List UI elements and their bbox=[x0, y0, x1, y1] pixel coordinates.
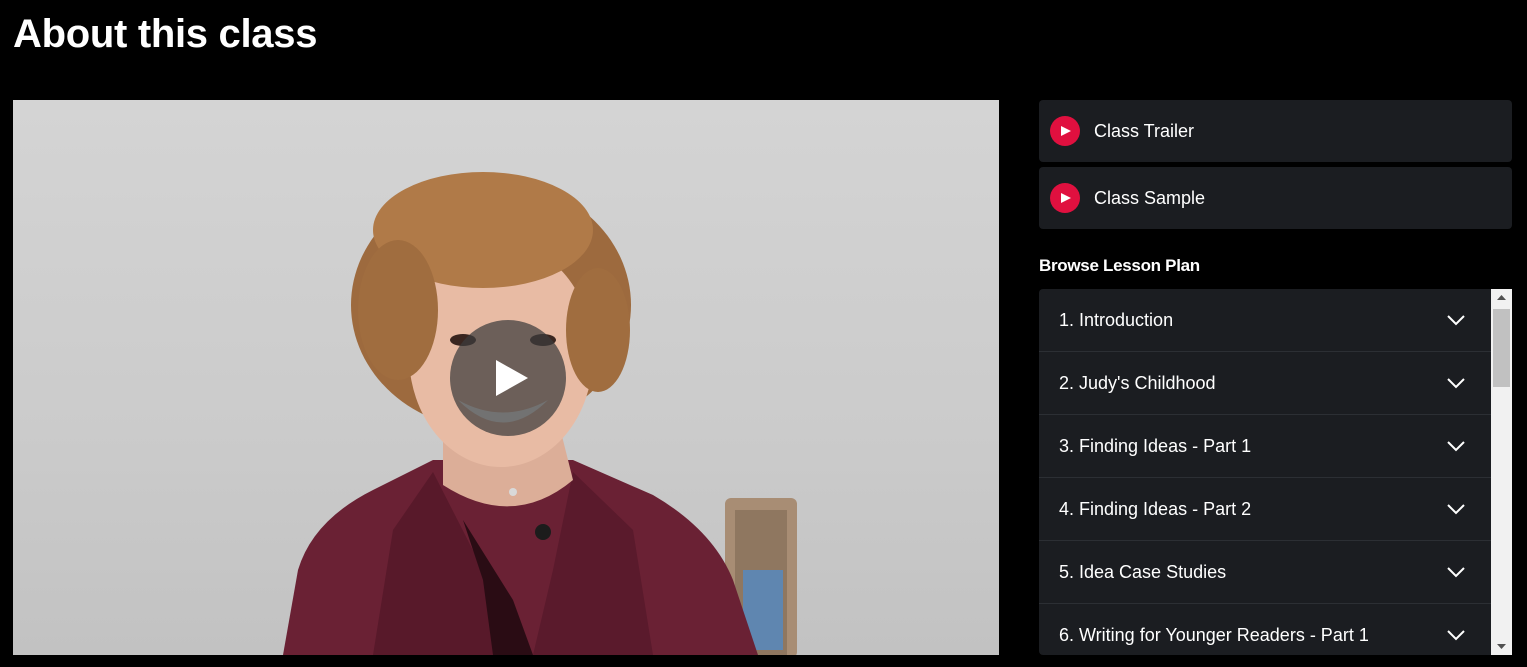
lesson-list-scrollbar[interactable] bbox=[1491, 289, 1512, 655]
play-icon bbox=[496, 360, 528, 396]
lesson-title: 3. Finding Ideas - Part 1 bbox=[1059, 436, 1252, 456]
play-icon bbox=[1050, 183, 1080, 213]
chevron-down-icon[interactable] bbox=[1446, 376, 1466, 390]
video-play-button[interactable] bbox=[450, 320, 566, 436]
chevron-down-icon[interactable] bbox=[1446, 565, 1466, 579]
chevron-down-icon[interactable] bbox=[1446, 502, 1466, 516]
lesson-title: 6. Writing for Younger Readers - Part 1 bbox=[1059, 625, 1369, 645]
lesson-plan-list[interactable]: 1. Introduction 2. Judy's Childhood 3. F… bbox=[1039, 289, 1491, 655]
class-sample-button[interactable]: Class Sample bbox=[1039, 167, 1512, 229]
page-title: About this class bbox=[13, 12, 318, 56]
chevron-down-icon[interactable] bbox=[1446, 313, 1466, 327]
scroll-up-arrow-icon[interactable] bbox=[1491, 289, 1512, 306]
class-trailer-button[interactable]: Class Trailer bbox=[1039, 100, 1512, 162]
lesson-title: 1. Introduction bbox=[1059, 310, 1174, 330]
scrollbar-thumb[interactable] bbox=[1493, 309, 1510, 387]
play-icon bbox=[1050, 116, 1080, 146]
lesson-title: 5. Idea Case Studies bbox=[1059, 562, 1227, 582]
lesson-item[interactable]: 6. Writing for Younger Readers - Part 1 bbox=[1039, 604, 1491, 655]
lesson-title: 4. Finding Ideas - Part 2 bbox=[1059, 499, 1252, 519]
lesson-plan-heading: Browse Lesson Plan bbox=[1039, 256, 1200, 275]
chevron-down-icon[interactable] bbox=[1446, 439, 1466, 453]
class-page: About this class Class Trailer Class Sam… bbox=[0, 0, 1527, 667]
lesson-item[interactable]: 2. Judy's Childhood bbox=[1039, 352, 1491, 415]
chevron-down-icon[interactable] bbox=[1446, 628, 1466, 642]
video-player[interactable] bbox=[13, 100, 999, 655]
lesson-item[interactable]: 3. Finding Ideas - Part 1 bbox=[1039, 415, 1491, 478]
lesson-item[interactable]: 4. Finding Ideas - Part 2 bbox=[1039, 478, 1491, 541]
scroll-down-arrow-icon[interactable] bbox=[1491, 638, 1512, 655]
lesson-item[interactable]: 5. Idea Case Studies bbox=[1039, 541, 1491, 604]
lesson-item[interactable]: 1. Introduction bbox=[1039, 289, 1491, 352]
class-sample-label: Class Sample bbox=[1094, 188, 1206, 208]
class-trailer-label: Class Trailer bbox=[1094, 121, 1195, 141]
lesson-title: 2. Judy's Childhood bbox=[1059, 373, 1216, 393]
